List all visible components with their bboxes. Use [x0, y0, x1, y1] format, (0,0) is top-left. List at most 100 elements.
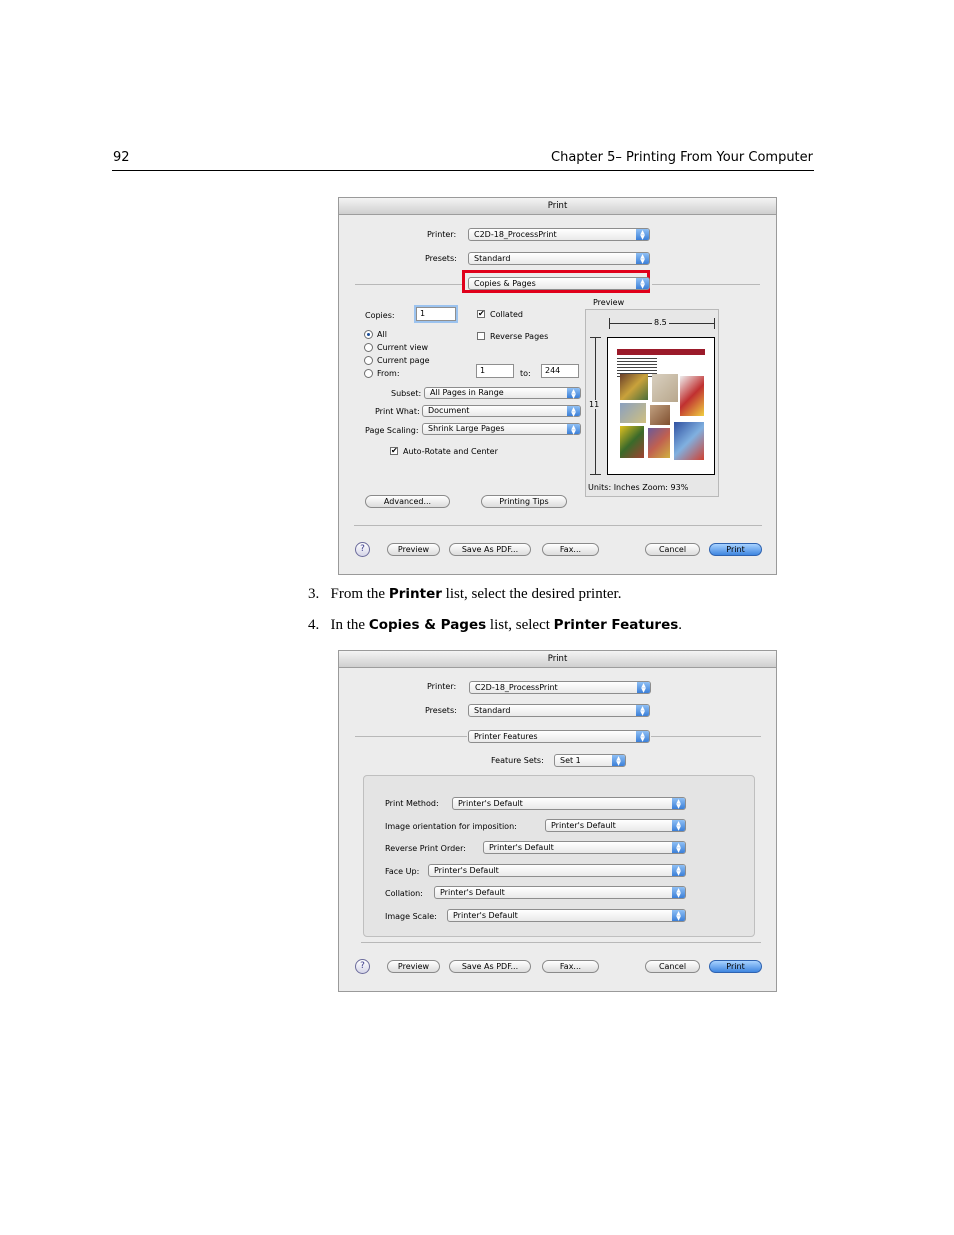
- panel-popup[interactable]: Printer Features ▲ ▼: [468, 730, 650, 743]
- separator: [652, 284, 760, 285]
- popup-arrows-icon: ▲ ▼: [672, 865, 685, 877]
- print-button[interactable]: Print: [709, 960, 762, 973]
- step-text: In the: [330, 617, 369, 633]
- features-pane: Print Method: Printer's Default ▲ ▼ Image…: [363, 775, 755, 937]
- help-icon[interactable]: ?: [355, 542, 370, 557]
- height-tick: [590, 337, 601, 338]
- print-button[interactable]: Print: [709, 543, 762, 556]
- page-scaling-label: Page Scaling:: [365, 426, 419, 435]
- step-text: list, select: [486, 617, 554, 633]
- printer-popup[interactable]: C2D-18_ProcessPrint ▲ ▼: [468, 228, 650, 241]
- popup-arrows-icon: ▲ ▼: [672, 842, 685, 854]
- print-method-popup[interactable]: Printer's Default ▲ ▼: [452, 797, 686, 810]
- separator: [355, 736, 467, 737]
- popup-arrows-icon: ▲ ▼: [567, 424, 580, 436]
- feature-value: Printer's Default: [440, 888, 505, 897]
- collation-popup[interactable]: Printer's Default ▲ ▼: [434, 886, 686, 899]
- presets-label: Presets:: [425, 254, 457, 263]
- popup-arrows-icon: ▲ ▼: [672, 798, 685, 810]
- feature-value: Printer's Default: [551, 821, 616, 830]
- printer-value: C2D-18_ProcessPrint: [475, 683, 558, 692]
- reverse-pages-label: Reverse Pages: [490, 332, 549, 341]
- save-as-pdf-button[interactable]: Save As PDF...: [449, 543, 531, 556]
- auto-rotate-checkbox[interactable]: ✔: [390, 447, 398, 455]
- separator: [361, 942, 761, 943]
- to-input[interactable]: 244: [541, 364, 579, 378]
- step-text: .: [678, 617, 683, 633]
- popup-arrows-icon: ▲ ▼: [636, 229, 649, 241]
- reverse-print-order-popup[interactable]: Printer's Default ▲ ▼: [483, 841, 686, 854]
- preview-page: [607, 337, 715, 475]
- print-what-popup[interactable]: Document ▲ ▼: [422, 405, 581, 418]
- presets-popup[interactable]: Standard ▲ ▼: [468, 704, 650, 717]
- feature-sets-popup[interactable]: Set 1 ▲ ▼: [554, 754, 626, 767]
- popup-arrows-icon: ▲ ▼: [672, 887, 685, 899]
- image-scale-popup[interactable]: Printer's Default ▲ ▼: [447, 909, 686, 922]
- face-up-popup[interactable]: Printer's Default ▲ ▼: [428, 864, 686, 877]
- reverse-pages-checkbox[interactable]: [477, 332, 485, 340]
- step-text: From the: [330, 586, 389, 602]
- image-orientation-popup[interactable]: Printer's Default ▲ ▼: [545, 819, 686, 832]
- page-scaling-value: Shrink Large Pages: [428, 424, 505, 433]
- preview-pane: 8.5 11 Units: Inches Zoom: 93%: [585, 309, 719, 497]
- fax-button[interactable]: Fax...: [542, 960, 599, 973]
- help-icon[interactable]: ?: [355, 959, 370, 974]
- printer-label: Printer:: [427, 682, 457, 691]
- panel-value: Copies & Pages: [474, 279, 536, 288]
- print-dialog-copies-pages: Print Printer: C2D-18_ProcessPrint ▲ ▼ Pr…: [338, 197, 777, 575]
- preview-button[interactable]: Preview: [387, 543, 440, 556]
- step-4: 4. In the Copies & Pages list, select Pr…: [308, 617, 682, 634]
- preview-title: Preview: [593, 298, 625, 307]
- from-input[interactable]: 1: [476, 364, 514, 378]
- page-image: [648, 428, 670, 458]
- current-view-radio[interactable]: [364, 343, 373, 352]
- presets-popup[interactable]: Standard ▲ ▼: [468, 252, 650, 265]
- feature-label: Image Scale:: [385, 912, 437, 921]
- feature-label: Print Method:: [385, 799, 439, 808]
- printer-popup[interactable]: C2D-18_ProcessPrint ▲ ▼: [469, 681, 651, 694]
- feature-label: Image orientation for imposition:: [385, 822, 517, 831]
- from-radio[interactable]: [364, 369, 373, 378]
- print-dialog-printer-features: Print Printer: C2D-18_ProcessPrint ▲ ▼ Pr…: [338, 650, 777, 992]
- pages-all-radio[interactable]: [364, 330, 373, 339]
- units-zoom-text: Units: Inches Zoom: 93%: [588, 483, 689, 492]
- cancel-button[interactable]: Cancel: [645, 543, 700, 556]
- page-scaling-popup[interactable]: Shrink Large Pages ▲ ▼: [422, 423, 581, 436]
- page-image: [680, 376, 704, 416]
- feature-label: Collation:: [385, 889, 423, 898]
- page-image: [674, 422, 704, 460]
- dialog-title: Print: [339, 198, 776, 215]
- printing-tips-button[interactable]: Printing Tips: [481, 495, 567, 508]
- cancel-button[interactable]: Cancel: [645, 960, 700, 973]
- to-label: to:: [520, 369, 531, 378]
- advanced-button[interactable]: Advanced...: [365, 495, 450, 508]
- header-rule: [112, 170, 814, 171]
- collated-checkbox[interactable]: ✔: [477, 310, 485, 318]
- step-bold: Copies & Pages: [368, 617, 487, 633]
- presets-value: Standard: [474, 706, 511, 715]
- fax-button[interactable]: Fax...: [542, 543, 599, 556]
- feature-value: Printer's Default: [453, 911, 518, 920]
- print-what-label: Print What:: [375, 407, 420, 416]
- page-banner: [617, 349, 705, 355]
- preview-button[interactable]: Preview: [387, 960, 440, 973]
- popup-arrows-icon: ▲ ▼: [636, 278, 649, 290]
- feature-label: Face Up:: [385, 867, 420, 876]
- current-page-radio[interactable]: [364, 356, 373, 365]
- panel-value: Printer Features: [474, 732, 538, 741]
- current-view-label: Current view: [377, 343, 429, 352]
- save-as-pdf-button[interactable]: Save As PDF...: [449, 960, 531, 973]
- step-text: list, select the desired printer.: [441, 586, 622, 602]
- popup-arrows-icon: ▲ ▼: [672, 820, 685, 832]
- subset-popup[interactable]: All Pages in Range ▲ ▼: [424, 387, 581, 400]
- page-image: [650, 405, 670, 425]
- copies-input[interactable]: 1: [416, 307, 456, 321]
- height-tick: [590, 474, 601, 475]
- panel-popup[interactable]: Copies & Pages ▲ ▼: [468, 277, 650, 290]
- width-tick: [609, 318, 610, 329]
- width-label: 8.5: [652, 318, 669, 327]
- step-3: 3. From the Printer list, select the des…: [308, 586, 621, 603]
- step-number: 3.: [308, 586, 320, 602]
- print-what-value: Document: [428, 406, 470, 415]
- from-label: From:: [377, 369, 400, 378]
